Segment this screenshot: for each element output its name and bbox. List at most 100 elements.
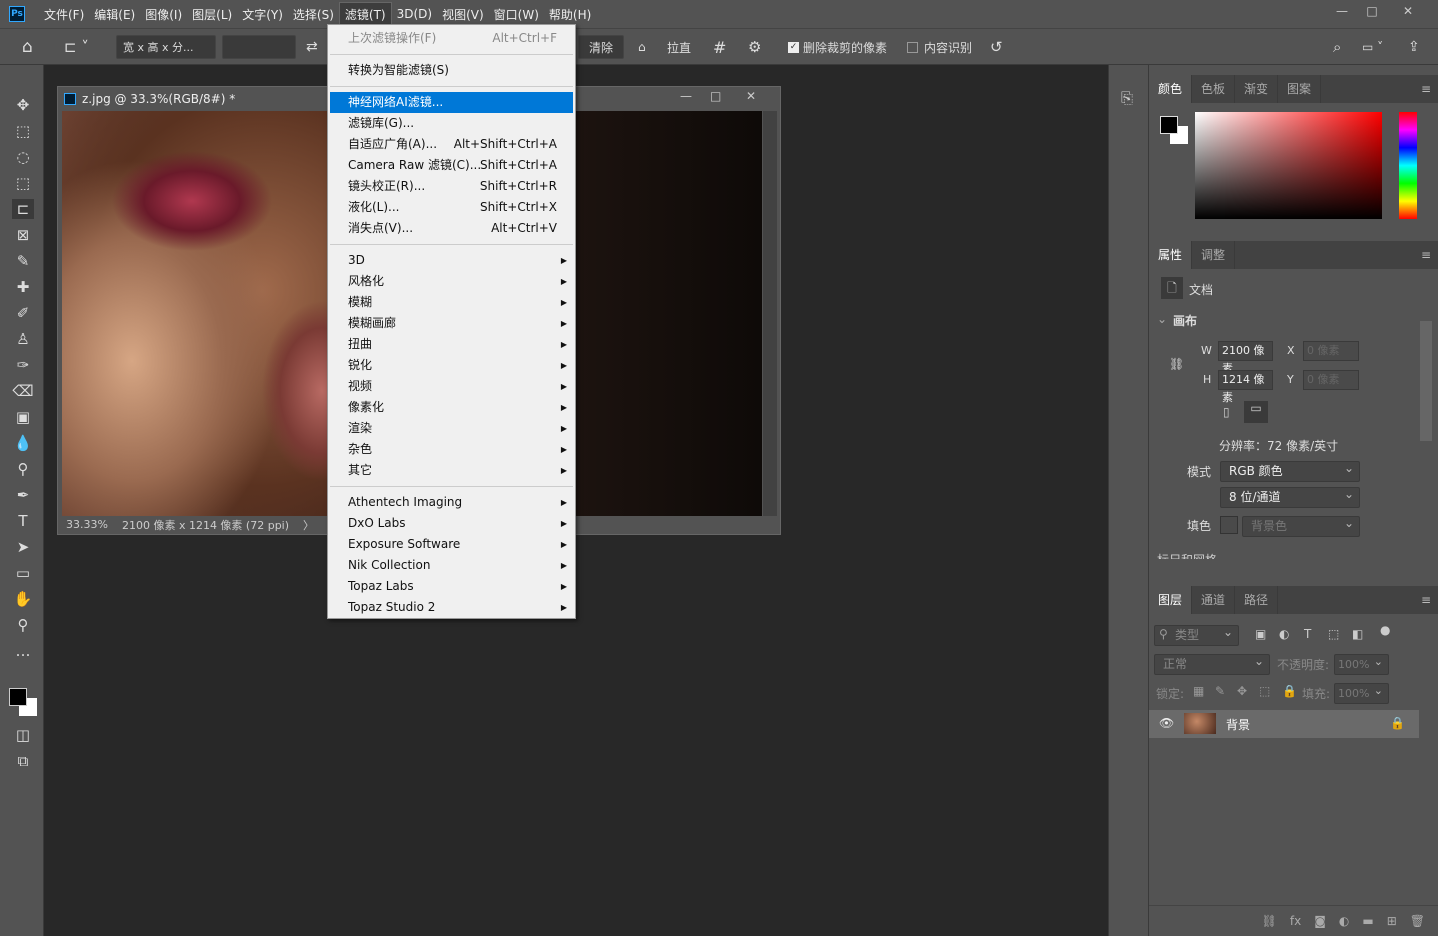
clear-button[interactable]: 清除 [578, 35, 624, 59]
trash-icon[interactable]: 🗑 [1410, 914, 1425, 936]
portrait-icon[interactable]: ▯ [1223, 405, 1230, 419]
new-layer-icon[interactable]: ⊞ [1387, 914, 1397, 936]
restore-button[interactable]: □ [1356, 0, 1388, 22]
dodge-tool-icon[interactable]: ⚲ [12, 459, 34, 479]
menu-item-plugin[interactable]: Nik Collection ▶ [330, 555, 573, 576]
swap-icon[interactable]: ⇄ [306, 35, 318, 59]
rulers-section-title[interactable]: 标尺和网格 [1157, 551, 1217, 559]
tab-adjustments[interactable]: 调整 [1192, 241, 1236, 269]
shape-filter-icon[interactable]: ⬚ [1328, 627, 1339, 641]
panel-menu-icon[interactable]: ≡ [1421, 593, 1431, 607]
menu-3d[interactable]: 3D(D) [392, 4, 437, 24]
stamp-tool-icon[interactable]: ♙ [12, 329, 34, 349]
menu-item-neural-filters[interactable]: 神经网络AI滤镜... [330, 92, 573, 113]
tab-gradients[interactable]: 渐变 [1235, 75, 1279, 103]
menu-item-vanishing-point[interactable]: 消失点(V)... Alt+Ctrl+V [330, 218, 573, 239]
menu-type[interactable]: 文字(Y) [237, 3, 288, 26]
object-select-tool-icon[interactable]: ⬚ [12, 173, 34, 193]
home-icon[interactable]: ⌂ [22, 35, 33, 59]
width-input[interactable]: 2100 像素 [1218, 341, 1273, 375]
menu-item-submenu[interactable]: 像素化 ▶ [330, 397, 573, 418]
menu-item-liquify[interactable]: 液化(L)... Shift+Ctrl+X [330, 197, 573, 218]
hue-slider[interactable] [1399, 112, 1417, 219]
type-tool-icon[interactable]: T [12, 511, 34, 531]
share-icon[interactable]: ⇪ [1408, 35, 1420, 59]
landscape-icon[interactable]: ▭ [1244, 401, 1268, 423]
type-filter-icon[interactable]: T [1304, 627, 1311, 641]
panel-menu-icon[interactable]: ≡ [1421, 82, 1431, 96]
menu-item-submenu[interactable]: 模糊画廊 ▶ [330, 313, 573, 334]
status-arrow[interactable]: 〉 [303, 517, 314, 533]
straighten-icon[interactable]: ⌂ [638, 35, 646, 59]
menu-item-submenu[interactable]: 渲染 ▶ [330, 418, 573, 439]
lasso-tool-icon[interactable]: ◌ [12, 147, 34, 167]
zoom-tool-icon[interactable]: ⚲ [12, 615, 34, 635]
menu-item-plugin[interactable]: DxO Labs ▶ [330, 513, 573, 534]
reset-icon[interactable]: ↺ [990, 35, 1003, 59]
menu-file[interactable]: 文件(F) [39, 3, 89, 26]
pen-tool-icon[interactable]: ✒ [12, 485, 34, 505]
tab-channels[interactable]: 通道 [1192, 586, 1236, 614]
rectangle-tool-icon[interactable]: ▭ [12, 563, 34, 583]
menu-item-submenu[interactable]: 锐化 ▶ [330, 355, 573, 376]
healing-tool-icon[interactable]: ✚ [12, 277, 34, 297]
panel-menu-icon[interactable]: ≡ [1421, 248, 1431, 262]
delete-cropped-checkbox[interactable]: ✓ 删除裁剪的像素 [788, 35, 887, 59]
grid-overlay-icon[interactable]: # [713, 35, 726, 59]
menu-item-filter-gallery[interactable]: 滤镜库(G)... [330, 113, 573, 134]
tab-paths[interactable]: 路径 [1235, 586, 1279, 614]
menu-item-submenu[interactable]: 视频 ▶ [330, 376, 573, 397]
menu-item-plugin[interactable]: Exposure Software ▶ [330, 534, 573, 555]
pixel-filter-icon[interactable]: ▣ [1255, 627, 1266, 641]
menu-help[interactable]: 帮助(H) [544, 3, 596, 26]
doc-close-button[interactable]: ✕ [746, 89, 756, 103]
depth-select[interactable]: 8 位/通道 [1220, 485, 1360, 508]
filter-toggle-icon[interactable]: ● [1380, 623, 1390, 637]
menu-item-submenu[interactable]: 扭曲 ▶ [330, 334, 573, 355]
menu-item-convert-smart-filter[interactable]: 转换为智能滤镜(S) [330, 60, 573, 81]
ratio-select[interactable]: 宽 x 高 x 分... [116, 35, 216, 59]
eraser-tool-icon[interactable]: ⌫ [12, 381, 34, 401]
menu-item-submenu[interactable]: 其它 ▶ [330, 460, 573, 481]
tab-properties[interactable]: 属性 [1149, 241, 1193, 269]
doc-restore-button[interactable]: □ [710, 89, 721, 103]
menu-item-plugin[interactable]: Topaz Labs ▶ [330, 576, 573, 597]
smart-object-filter-icon[interactable]: ◧ [1352, 627, 1363, 641]
menu-item-camera-raw[interactable]: Camera Raw 滤镜(C)... Shift+Ctrl+A [330, 155, 573, 176]
chevron-down-icon[interactable]: ⌄ [1157, 312, 1167, 326]
properties-scrollbar[interactable] [1420, 321, 1432, 441]
move-tool-icon[interactable]: ✥ [12, 95, 34, 115]
zoom-level[interactable]: 33.33% [66, 518, 108, 531]
menu-item-submenu[interactable]: 风格化 ▶ [330, 271, 573, 292]
search-icon[interactable]: ⌕ [1333, 35, 1341, 59]
fill-swatch[interactable] [1220, 516, 1238, 534]
brush-tool-icon[interactable]: ✐ [12, 303, 34, 323]
hand-tool-icon[interactable]: ✋ [12, 589, 34, 609]
workspace-icon[interactable]: ▭ ˅ [1362, 35, 1383, 59]
color-field[interactable] [1195, 112, 1382, 219]
menu-item-adaptive-wide-angle[interactable]: 自适应广角(A)... Alt+Shift+Ctrl+A [330, 134, 573, 155]
eyedropper-tool-icon[interactable]: ✎ [12, 251, 34, 271]
menu-window[interactable]: 窗口(W) [489, 3, 544, 26]
screen-mode-icon[interactable]: ⧉ [12, 751, 34, 771]
tab-layers[interactable]: 图层 [1149, 586, 1193, 614]
menu-select[interactable]: 选择(S) [288, 3, 339, 26]
mode-select[interactable]: RGB 颜色 [1220, 459, 1360, 482]
adjustment-filter-icon[interactable]: ◐ [1279, 627, 1289, 641]
crop-tool-icon[interactable]: ⊏ ˅ [64, 35, 89, 59]
link-layers-icon[interactable]: ⛓ [1262, 914, 1277, 936]
fx-icon[interactable]: fx [1290, 914, 1301, 936]
menu-item-submenu[interactable]: 3D ▶ [330, 250, 573, 271]
height-input[interactable]: 1214 像素 [1218, 370, 1273, 404]
more-tools-icon[interactable]: … [12, 641, 34, 661]
close-button[interactable]: ✕ [1392, 0, 1424, 22]
menu-layer[interactable]: 图层(L) [187, 3, 237, 26]
menu-edit[interactable]: 编辑(E) [89, 3, 140, 26]
menu-view[interactable]: 视图(V) [437, 3, 489, 26]
folder-icon[interactable]: ▬ [1362, 914, 1373, 936]
minimize-button[interactable]: — [1326, 0, 1358, 22]
menu-image[interactable]: 图像(I) [140, 3, 187, 26]
history-panel-icon[interactable]: ⎘ [1121, 89, 1133, 107]
menu-item-submenu[interactable]: 杂色 ▶ [330, 439, 573, 460]
menu-item-lens-correction[interactable]: 镜头校正(R)... Shift+Ctrl+R [330, 176, 573, 197]
